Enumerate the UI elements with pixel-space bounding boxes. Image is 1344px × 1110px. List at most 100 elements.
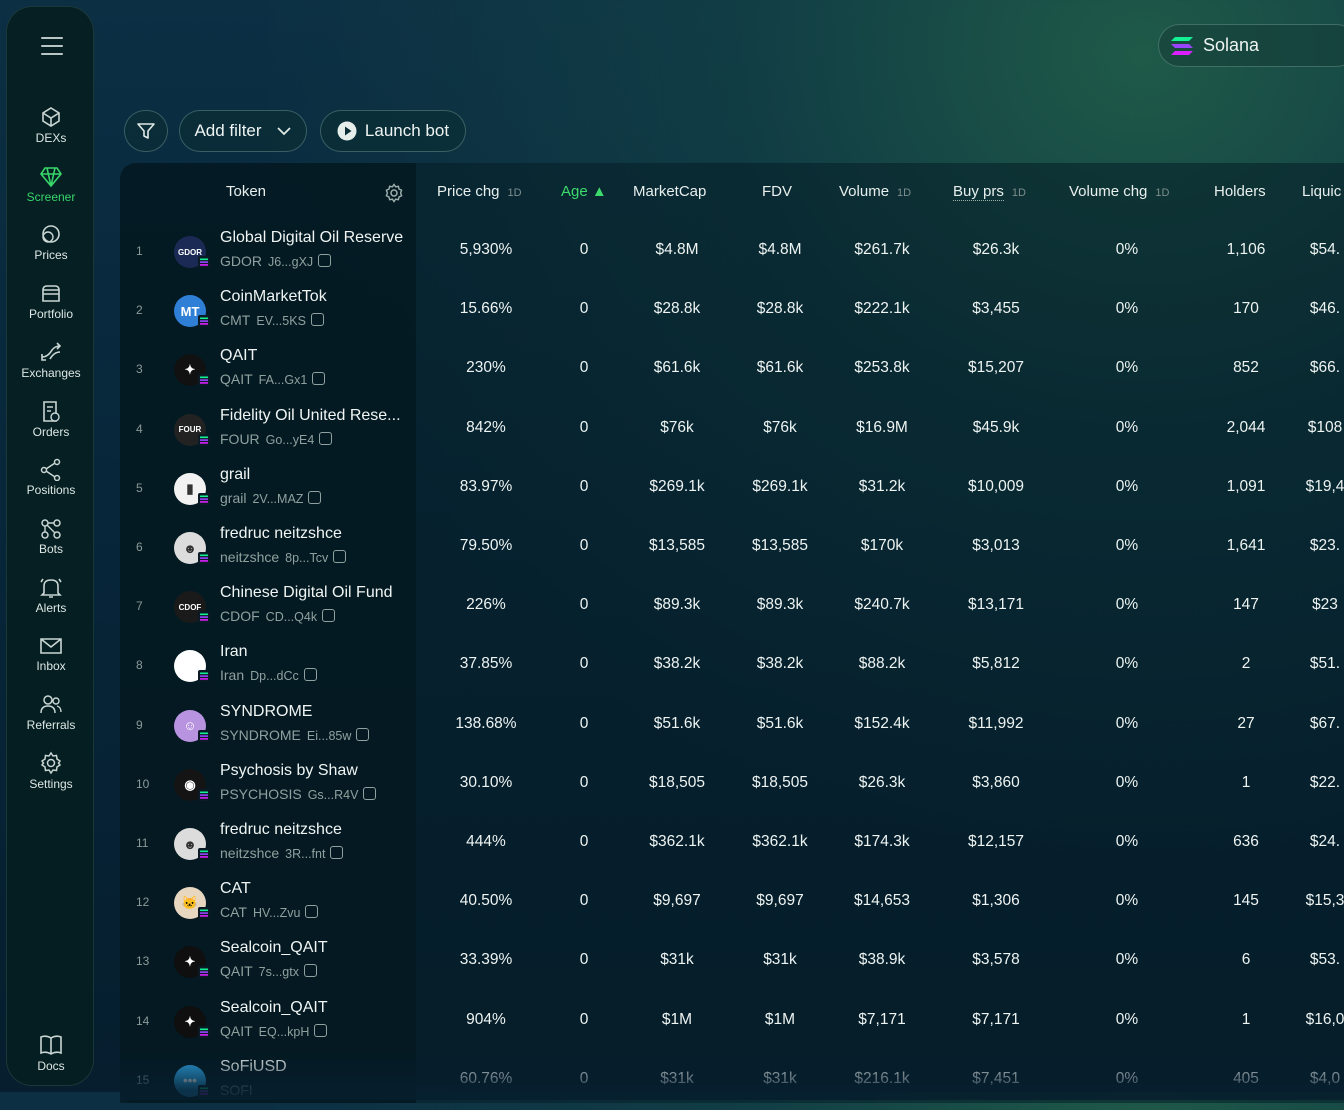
header-liquidity[interactable]: Liquic: [1302, 183, 1341, 200]
cell-volume: $38.9k: [858, 951, 906, 969]
token-name[interactable]: Fidelity Oil United Rese...: [220, 407, 401, 425]
cell-liquidity: $53.: [1309, 951, 1341, 969]
column-settings-gear-icon[interactable]: [384, 183, 404, 203]
header-token[interactable]: Token: [226, 183, 266, 200]
copy-icon[interactable]: [312, 372, 326, 386]
token-name[interactable]: CAT: [220, 880, 251, 898]
copy-icon[interactable]: [310, 313, 324, 327]
header-market-cap[interactable]: MarketCap: [633, 183, 706, 200]
token-name[interactable]: SYNDROME: [220, 703, 312, 721]
sidebar-item-positions[interactable]: Positions: [7, 457, 95, 497]
cell-volume: $170k: [860, 537, 904, 554]
table-row[interactable]: 11 ☻ fredruc neitzshce neitzshce 3R...fnt 444…: [120, 814, 1344, 873]
cell-price-chg: 138.68%: [455, 714, 517, 732]
token-name[interactable]: QAIT: [220, 347, 257, 365]
table-row[interactable]: 10 ◉ Psychosis by Shaw PSYCHOSIS Gs...R4V 30.…: [120, 755, 1344, 814]
add-filter-button[interactable]: Add filter: [179, 110, 307, 152]
token-name[interactable]: fredruc neitzshce: [220, 821, 342, 839]
sidebar-item-referrals[interactable]: Referrals: [7, 692, 95, 732]
copy-icon[interactable]: [322, 609, 336, 623]
copy-icon[interactable]: [333, 550, 347, 563]
table-row[interactable]: 14 ✦ Sealcoin_QAIT QAIT EQ...kpH 904% 0 $1M $1M $…: [120, 992, 1344, 1051]
token-address: 8p...Tcv: [285, 551, 329, 565]
token-name[interactable]: Iran: [220, 643, 248, 661]
token-name[interactable]: Sealcoin_QAIT: [220, 999, 328, 1017]
row-rank: 9: [136, 717, 143, 732]
sidebar-item-inbox[interactable]: Inbox: [7, 633, 95, 673]
table-row[interactable]: 6 ☻ fredruc neitzshce neitzshce 8p...Tcv 79.5…: [120, 518, 1344, 577]
table-row[interactable]: 9 ☺ SYNDROME SYNDROME Ei...85w 138.68% 0 $51.6k…: [120, 696, 1344, 755]
token-name[interactable]: CoinMarketTok: [220, 288, 327, 306]
token-name[interactable]: Chinese Digital Oil Fund: [220, 584, 393, 602]
token-name[interactable]: fredruc neitzshce: [220, 525, 342, 543]
cell-price-chg: 15.66%: [459, 300, 513, 318]
copy-icon[interactable]: [308, 490, 322, 504]
sidebar-item-exchanges[interactable]: Exchanges: [7, 340, 95, 380]
launch-bot-button[interactable]: Launch bot: [320, 110, 466, 152]
cell-liquidity: $67.: [1309, 714, 1341, 732]
copy-icon[interactable]: [330, 846, 344, 859]
copy-icon[interactable]: [314, 1023, 328, 1037]
network-selector[interactable]: Solana: [1158, 24, 1344, 67]
table-row[interactable]: 1 GDOR Global Digital Oil Reserve GDOR J6...…: [120, 222, 1344, 281]
copy-icon[interactable]: [363, 786, 377, 800]
copy-icon[interactable]: [303, 964, 317, 978]
menu-icon[interactable]: [41, 37, 63, 57]
table-row[interactable]: 4 FOUR Fidelity Oil United Rese... FOUR Go..…: [120, 400, 1344, 459]
copy-icon[interactable]: [319, 431, 333, 445]
table-row[interactable]: 12 🐱 CAT CAT HV...Zvu 40.50% 0 $9,697 $9,697 $14,…: [120, 873, 1344, 932]
sidebar-item-screener[interactable]: Screener: [7, 164, 95, 204]
cell-volume: $7,171: [858, 1010, 906, 1028]
row-rank: 5: [136, 480, 143, 495]
token-name[interactable]: grail: [220, 466, 250, 484]
table-row[interactable]: 3 ✦ QAIT QAIT FA...Gx1 230% 0 $61.6k $61.6k $253.…: [120, 340, 1344, 399]
cell-market-cap: $18,505: [648, 773, 706, 791]
cell-holders: 2,044: [1226, 418, 1266, 436]
header-fdv[interactable]: FDV: [762, 183, 792, 200]
cell-liquidity: $24.: [1309, 833, 1341, 850]
copy-icon[interactable]: [318, 254, 332, 267]
sidebar-item-label: Settings: [29, 776, 73, 791]
header-price-chg[interactable]: Price chg 1D: [437, 183, 522, 200]
cell-liquidity: $16,0: [1305, 1010, 1344, 1028]
table-row[interactable]: 15 ••• SoFiUSD SOFI 60.76% 0 $31k $31k $216.1k $7…: [120, 1051, 1344, 1110]
sidebar-item-portfolio[interactable]: Portfolio: [7, 281, 95, 321]
copy-icon[interactable]: [303, 668, 317, 682]
row-rank: 3: [136, 362, 143, 377]
token-name[interactable]: Global Digital Oil Reserve: [220, 229, 403, 247]
cell-price-chg: 444%: [466, 833, 506, 850]
sidebar-item-prices[interactable]: Prices: [7, 222, 95, 262]
sidebar-item-orders[interactable]: Orders: [7, 399, 95, 439]
sidebar-item-alerts[interactable]: Alerts: [7, 575, 95, 615]
cell-volume-chg: 0%: [1115, 1010, 1139, 1028]
table-row[interactable]: 7 CDOF Chinese Digital Oil Fund CDOF CD...Q4…: [120, 577, 1344, 636]
filter-button[interactable]: [124, 110, 168, 152]
token-name[interactable]: SoFiUSD: [220, 1058, 287, 1076]
table-row[interactable]: 8 Iran Iran Dp...dCc 37.85% 0 $38.2k $38.2k $88.…: [120, 636, 1344, 695]
cell-liquidity: $54.: [1309, 241, 1341, 258]
copy-icon[interactable]: [356, 727, 370, 741]
bot-nodes-icon: [41, 519, 61, 539]
cell-holders: 1,106: [1226, 241, 1266, 258]
header-volume-chg[interactable]: Volume chg 1D: [1069, 183, 1169, 200]
header-buy-prs[interactable]: Buy prs 1D: [953, 183, 1026, 201]
cell-volume-chg: 0%: [1115, 714, 1139, 732]
token-name[interactable]: Psychosis by Shaw: [220, 762, 358, 780]
sidebar-item-label: Referrals: [26, 718, 76, 732]
header-age[interactable]: Age ▲: [561, 183, 607, 200]
table-row[interactable]: 2 MT CoinMarketTok CMT EV...5KS 15.66% 0 $28.8k…: [120, 281, 1344, 340]
cell-volume-chg: 0%: [1115, 951, 1139, 969]
sidebar-item-dexs[interactable]: DEXs: [7, 105, 95, 145]
sidebar-item-settings[interactable]: Settings: [7, 751, 95, 791]
cell-holders: 145: [1233, 892, 1259, 910]
table-row[interactable]: 5 ▮ grail grail 2V...MAZ 83.97% 0 $269.1k $269.1…: [120, 459, 1344, 518]
row-rank: 10: [136, 776, 150, 791]
table-row[interactable]: 13 ✦ Sealcoin_QAIT QAIT 7s...gtx 33.39% 0 $31k $…: [120, 932, 1344, 991]
cell-holders: 636: [1233, 833, 1259, 850]
header-holders[interactable]: Holders: [1214, 183, 1266, 200]
copy-icon[interactable]: [305, 905, 319, 919]
sidebar-item-docs[interactable]: Docs: [7, 1033, 95, 1073]
token-name[interactable]: Sealcoin_QAIT: [220, 939, 328, 957]
header-volume[interactable]: Volume 1D: [839, 183, 911, 200]
sidebar-item-bots[interactable]: Bots: [7, 516, 95, 556]
